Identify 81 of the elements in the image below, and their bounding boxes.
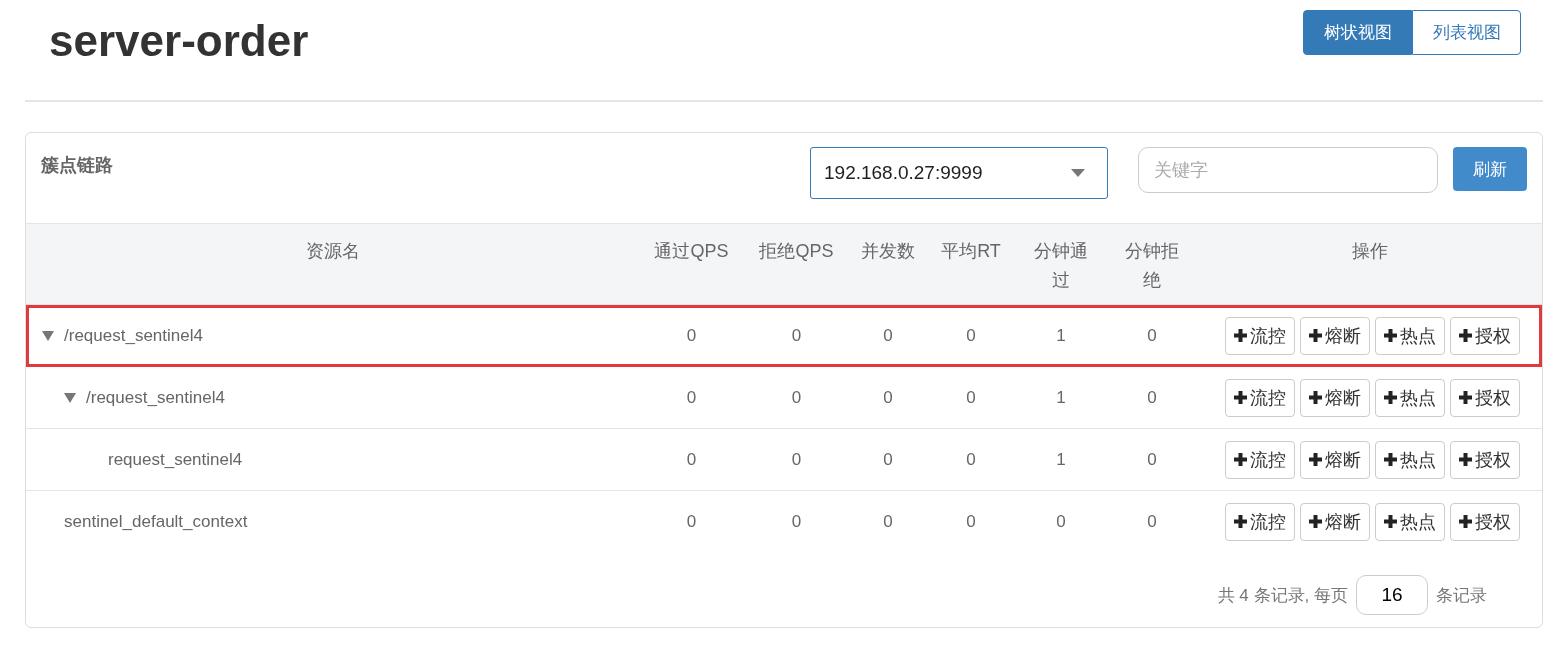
- table-cell: 0: [966, 387, 976, 407]
- plus-icon: [1309, 329, 1322, 342]
- table-cell: 0: [1147, 387, 1157, 407]
- table-cell: 0: [966, 325, 976, 345]
- plus-icon: [1384, 453, 1397, 466]
- add-rule-button[interactable]: 流控: [1225, 440, 1295, 479]
- column-header: 分钟拒绝: [1124, 240, 1180, 292]
- table-cell: 0: [966, 511, 976, 531]
- add-rule-button[interactable]: 热点: [1375, 440, 1445, 479]
- table-cell: 0: [1147, 325, 1157, 345]
- table-cell: 0: [883, 387, 893, 407]
- plus-icon: [1234, 453, 1247, 466]
- view-tab[interactable]: 列表视图: [1412, 10, 1521, 55]
- table-cell: 0: [791, 325, 802, 345]
- table-cell: 0: [1147, 449, 1157, 469]
- add-rule-button[interactable]: 流控: [1225, 502, 1295, 541]
- caret-icon: [1071, 169, 1085, 177]
- table-cell: 0: [791, 449, 802, 469]
- plus-icon: [1234, 329, 1247, 342]
- page-size-field[interactable]: 16: [1356, 575, 1428, 615]
- plus-icon: [1234, 391, 1247, 404]
- plus-icon: [1309, 515, 1322, 529]
- panel-title: 簇点链路: [41, 154, 114, 177]
- add-rule-button[interactable]: 流控: [1225, 378, 1295, 417]
- plus-icon: [1384, 391, 1397, 404]
- column-header: 资源名: [305, 240, 360, 263]
- pagination-text: 条记录: [1436, 584, 1487, 607]
- add-rule-button[interactable]: 授权: [1450, 316, 1520, 355]
- column-header: 拒绝QPS: [759, 240, 834, 263]
- table-cell: 0: [966, 449, 976, 469]
- plus-icon: [1309, 391, 1322, 404]
- table-cell: 1: [1056, 325, 1066, 345]
- table-cell: 0: [791, 511, 802, 531]
- table-cell: 0: [686, 387, 697, 407]
- add-rule-button[interactable]: 热点: [1375, 316, 1445, 355]
- add-rule-button[interactable]: 熔断: [1300, 440, 1370, 479]
- plus-icon: [1459, 515, 1472, 529]
- add-rule-button[interactable]: 熔断: [1300, 316, 1370, 355]
- column-header: 通过QPS: [654, 240, 729, 263]
- add-rule-button[interactable]: 熔断: [1300, 502, 1370, 541]
- table-cell: 1: [1056, 449, 1066, 469]
- add-rule-button[interactable]: 热点: [1375, 378, 1445, 417]
- page-title: server-order: [49, 16, 309, 66]
- column-header: 并发数: [860, 240, 916, 263]
- table-cell: 0: [1147, 511, 1157, 531]
- resource-name: request_sentinel4: [108, 449, 243, 470]
- tree-toggle-icon[interactable]: [42, 330, 54, 341]
- plus-icon: [1384, 515, 1397, 529]
- table-cell: 0: [1056, 511, 1066, 531]
- table-cell: 0: [883, 449, 893, 469]
- table-cell: 0: [883, 325, 893, 345]
- pagination-text: 共 4 条记录, 每页: [1217, 584, 1348, 607]
- view-tab[interactable]: 树状视图: [1303, 10, 1412, 55]
- table-cell: 1: [1056, 387, 1066, 407]
- plus-icon: [1459, 329, 1472, 342]
- table-cell: 0: [791, 387, 802, 407]
- resource-name: sentinel_default_context: [64, 511, 248, 532]
- table-cell: 0: [686, 325, 697, 345]
- table-cell: 0: [686, 511, 697, 531]
- add-rule-button[interactable]: 授权: [1450, 502, 1520, 541]
- add-rule-button[interactable]: 授权: [1450, 440, 1520, 479]
- plus-icon: [1309, 453, 1322, 466]
- refresh-button[interactable]: 刷新: [1453, 147, 1527, 191]
- plus-icon: [1234, 515, 1247, 529]
- search-field[interactable]: 关键字: [1138, 147, 1438, 193]
- tree-toggle-icon[interactable]: [64, 392, 76, 403]
- machine-select[interactable]: 192.168.0.27:9999: [810, 147, 1108, 199]
- column-header: 分钟通过: [1033, 240, 1089, 292]
- table-cell: 0: [686, 449, 697, 469]
- column-header: 平均RT: [941, 240, 1001, 263]
- resource-name: /request_sentinel4: [64, 325, 203, 346]
- add-rule-button[interactable]: 流控: [1225, 316, 1295, 355]
- table-cell: 0: [883, 511, 893, 531]
- add-rule-button[interactable]: 熔断: [1300, 378, 1370, 417]
- column-header: 操作: [1351, 240, 1388, 263]
- add-rule-button[interactable]: 授权: [1450, 378, 1520, 417]
- resource-name: /request_sentinel4: [86, 387, 225, 408]
- add-rule-button[interactable]: 热点: [1375, 502, 1445, 541]
- plus-icon: [1459, 391, 1472, 404]
- plus-icon: [1384, 329, 1397, 342]
- plus-icon: [1459, 453, 1472, 466]
